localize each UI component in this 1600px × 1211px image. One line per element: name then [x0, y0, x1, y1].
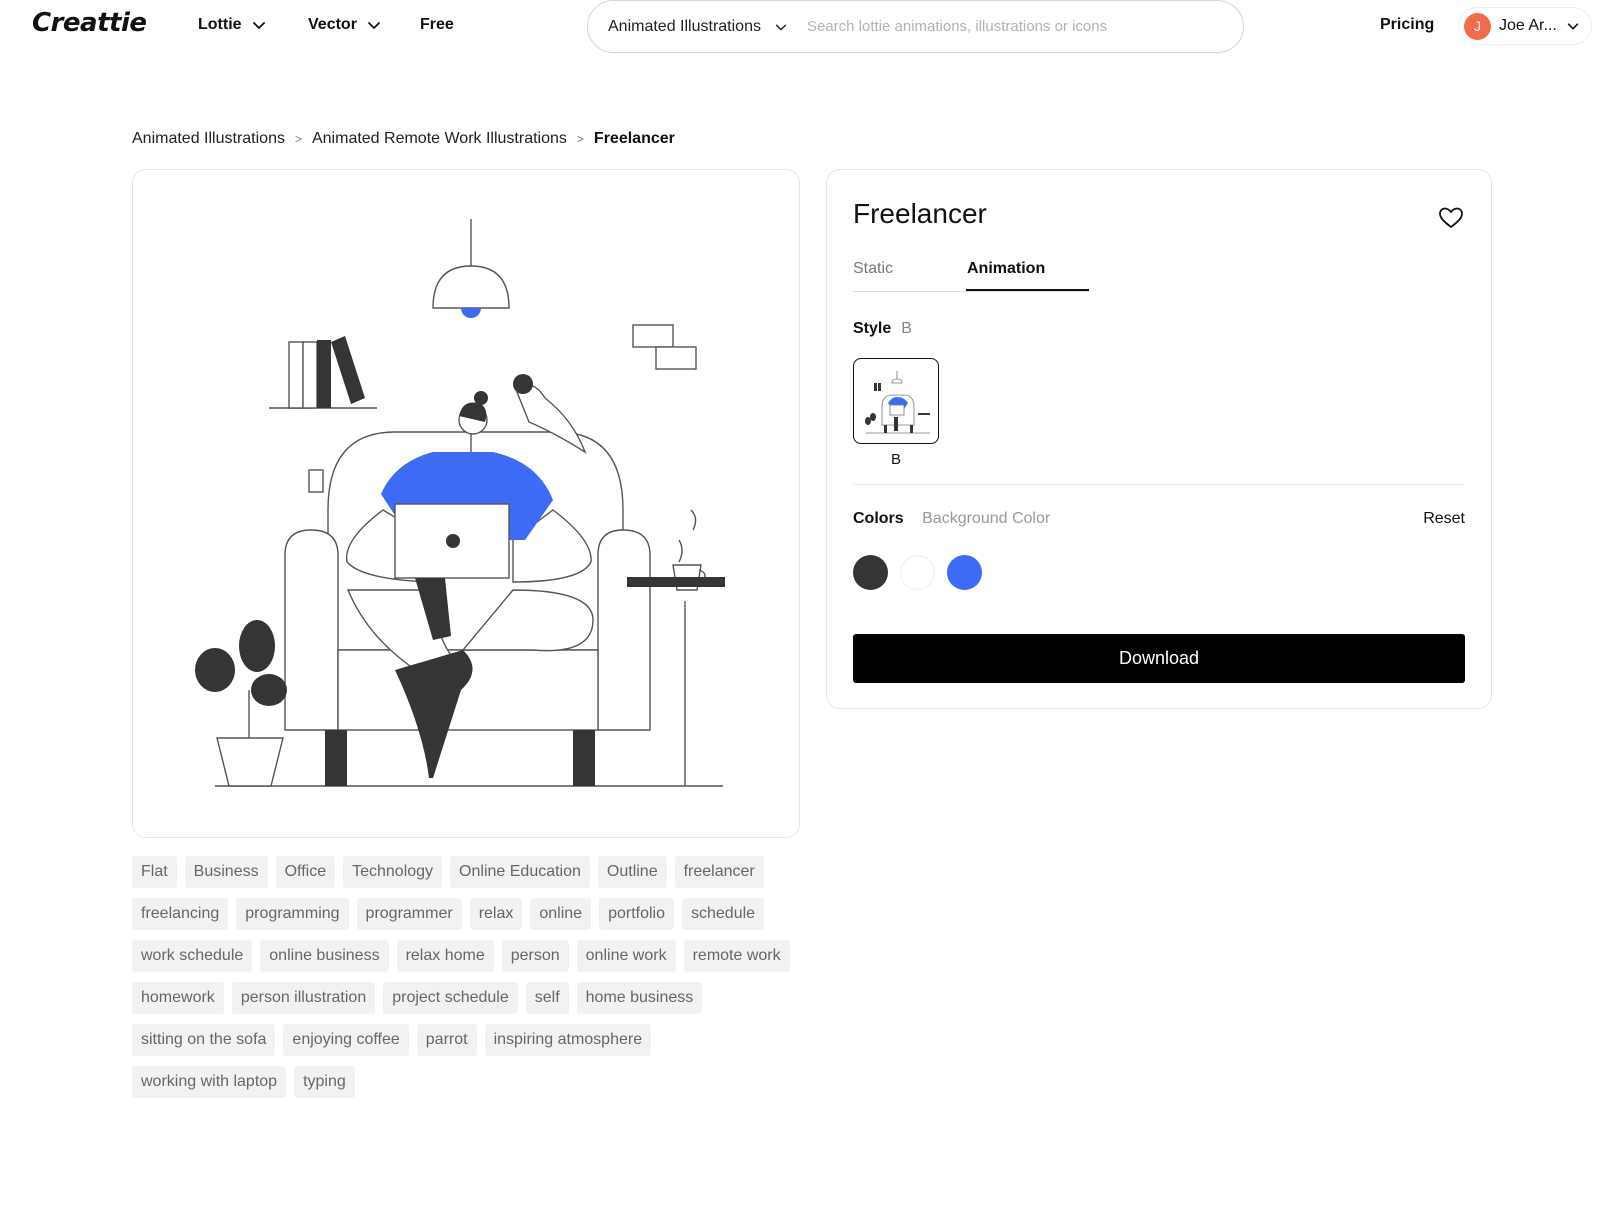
- color-swatches: [853, 555, 982, 590]
- breadcrumb-item[interactable]: Animated Illustrations: [132, 130, 285, 148]
- nav-vector-label: Vector: [308, 16, 357, 33]
- tag[interactable]: project schedule: [383, 982, 518, 1014]
- download-button[interactable]: Download: [853, 634, 1465, 683]
- tag[interactable]: relax: [469, 898, 523, 930]
- colors-label: Colors: [853, 510, 904, 527]
- tag[interactable]: programming: [236, 898, 349, 930]
- tag[interactable]: home business: [576, 982, 703, 1014]
- style-value: B: [901, 320, 912, 337]
- nav-free[interactable]: Free: [420, 16, 454, 34]
- tag[interactable]: parrot: [416, 1024, 477, 1056]
- details-panel: Freelancer Static Animation Style B B Co…: [826, 169, 1492, 709]
- breadcrumb-separator: >: [294, 132, 302, 146]
- breadcrumb-item[interactable]: Animated Remote Work Illustrations: [312, 130, 567, 148]
- format-tabs: Static Animation: [853, 258, 1089, 292]
- chevron-down-icon: [252, 22, 265, 29]
- style-label: Style: [853, 320, 892, 337]
- color-swatch[interactable]: [947, 555, 982, 590]
- tag[interactable]: freelancing: [132, 898, 229, 930]
- chevron-down-icon: [1567, 23, 1579, 30]
- color-swatch[interactable]: [900, 555, 935, 590]
- tag[interactable]: portfolio: [599, 898, 674, 930]
- avatar: J: [1464, 12, 1491, 40]
- search-category-dropdown[interactable]: Animated Illustrations: [608, 18, 789, 36]
- tag[interactable]: typing: [294, 1066, 355, 1098]
- tag[interactable]: Technology: [343, 856, 443, 888]
- search-bar: Animated Illustrations: [587, 0, 1244, 53]
- tag[interactable]: working with laptop: [132, 1066, 287, 1098]
- breadcrumb: Animated Illustrations > Animated Remote…: [132, 130, 675, 148]
- tag[interactable]: relax home: [396, 940, 494, 972]
- search-category-label: Animated Illustrations: [608, 17, 761, 35]
- colors-row: Colors Background Color Reset: [853, 510, 1465, 528]
- tag[interactable]: online business: [260, 940, 389, 972]
- heart-icon[interactable]: [1437, 204, 1465, 232]
- active-tab-indicator: [966, 289, 1089, 291]
- logo[interactable]: Creattie: [32, 8, 147, 38]
- tag[interactable]: programmer: [356, 898, 462, 930]
- chevron-down-icon: [368, 22, 380, 29]
- search-input[interactable]: [806, 18, 1227, 35]
- tag[interactable]: online: [530, 898, 592, 930]
- style-row: Style B: [853, 320, 912, 338]
- reset-button[interactable]: Reset: [1423, 510, 1465, 528]
- breadcrumb-separator: >: [576, 132, 584, 146]
- top-navbar: Creattie Lottie Vector Free Animated Ill…: [0, 0, 1600, 53]
- style-thumbnail[interactable]: [853, 358, 939, 444]
- breadcrumb-current: Freelancer: [593, 130, 675, 147]
- tag-list: Flat Business Office Technology Online Educa…: [132, 856, 812, 1098]
- tag[interactable]: Online Education: [450, 856, 590, 888]
- nav-vector[interactable]: Vector: [308, 16, 383, 34]
- freelancer-illustration: [195, 219, 725, 787]
- tag[interactable]: Flat: [132, 856, 177, 888]
- tag[interactable]: enjoying coffee: [283, 1024, 409, 1056]
- tag[interactable]: self: [525, 982, 569, 1014]
- tag[interactable]: schedule: [682, 898, 765, 930]
- nav-lottie-label: Lottie: [198, 16, 242, 33]
- user-name: Joe Ar...: [1499, 17, 1557, 34]
- tag[interactable]: homework: [132, 982, 224, 1014]
- tag[interactable]: work schedule: [132, 940, 253, 972]
- tag[interactable]: sitting on the sofa: [132, 1024, 276, 1056]
- tag[interactable]: person: [501, 940, 569, 972]
- user-menu[interactable]: J Joe Ar...: [1458, 7, 1592, 45]
- divider: [853, 484, 1465, 485]
- color-swatch[interactable]: [853, 555, 888, 590]
- tag[interactable]: remote work: [683, 940, 790, 972]
- illustration-preview: [132, 169, 800, 838]
- tab-animation[interactable]: Animation: [967, 260, 1045, 278]
- tag[interactable]: freelancer: [674, 856, 764, 888]
- style-thumbnail-image: [865, 371, 930, 434]
- tag[interactable]: Outline: [597, 856, 667, 888]
- nav-free-label: Free: [420, 16, 454, 33]
- tag[interactable]: online work: [576, 940, 676, 972]
- chevron-down-icon: [775, 24, 787, 30]
- tab-static[interactable]: Static: [853, 260, 893, 278]
- pricing-link[interactable]: Pricing: [1380, 16, 1434, 34]
- illustration-title: Freelancer: [853, 198, 987, 229]
- background-color-option[interactable]: Background Color: [922, 510, 1050, 527]
- style-thumbnail-label: B: [890, 451, 901, 468]
- nav-lottie[interactable]: Lottie: [198, 16, 268, 34]
- tag[interactable]: person illustration: [231, 982, 376, 1014]
- tag[interactable]: Office: [275, 856, 336, 888]
- tag[interactable]: Business: [184, 856, 268, 888]
- tag[interactable]: inspiring atmosphere: [484, 1024, 652, 1056]
